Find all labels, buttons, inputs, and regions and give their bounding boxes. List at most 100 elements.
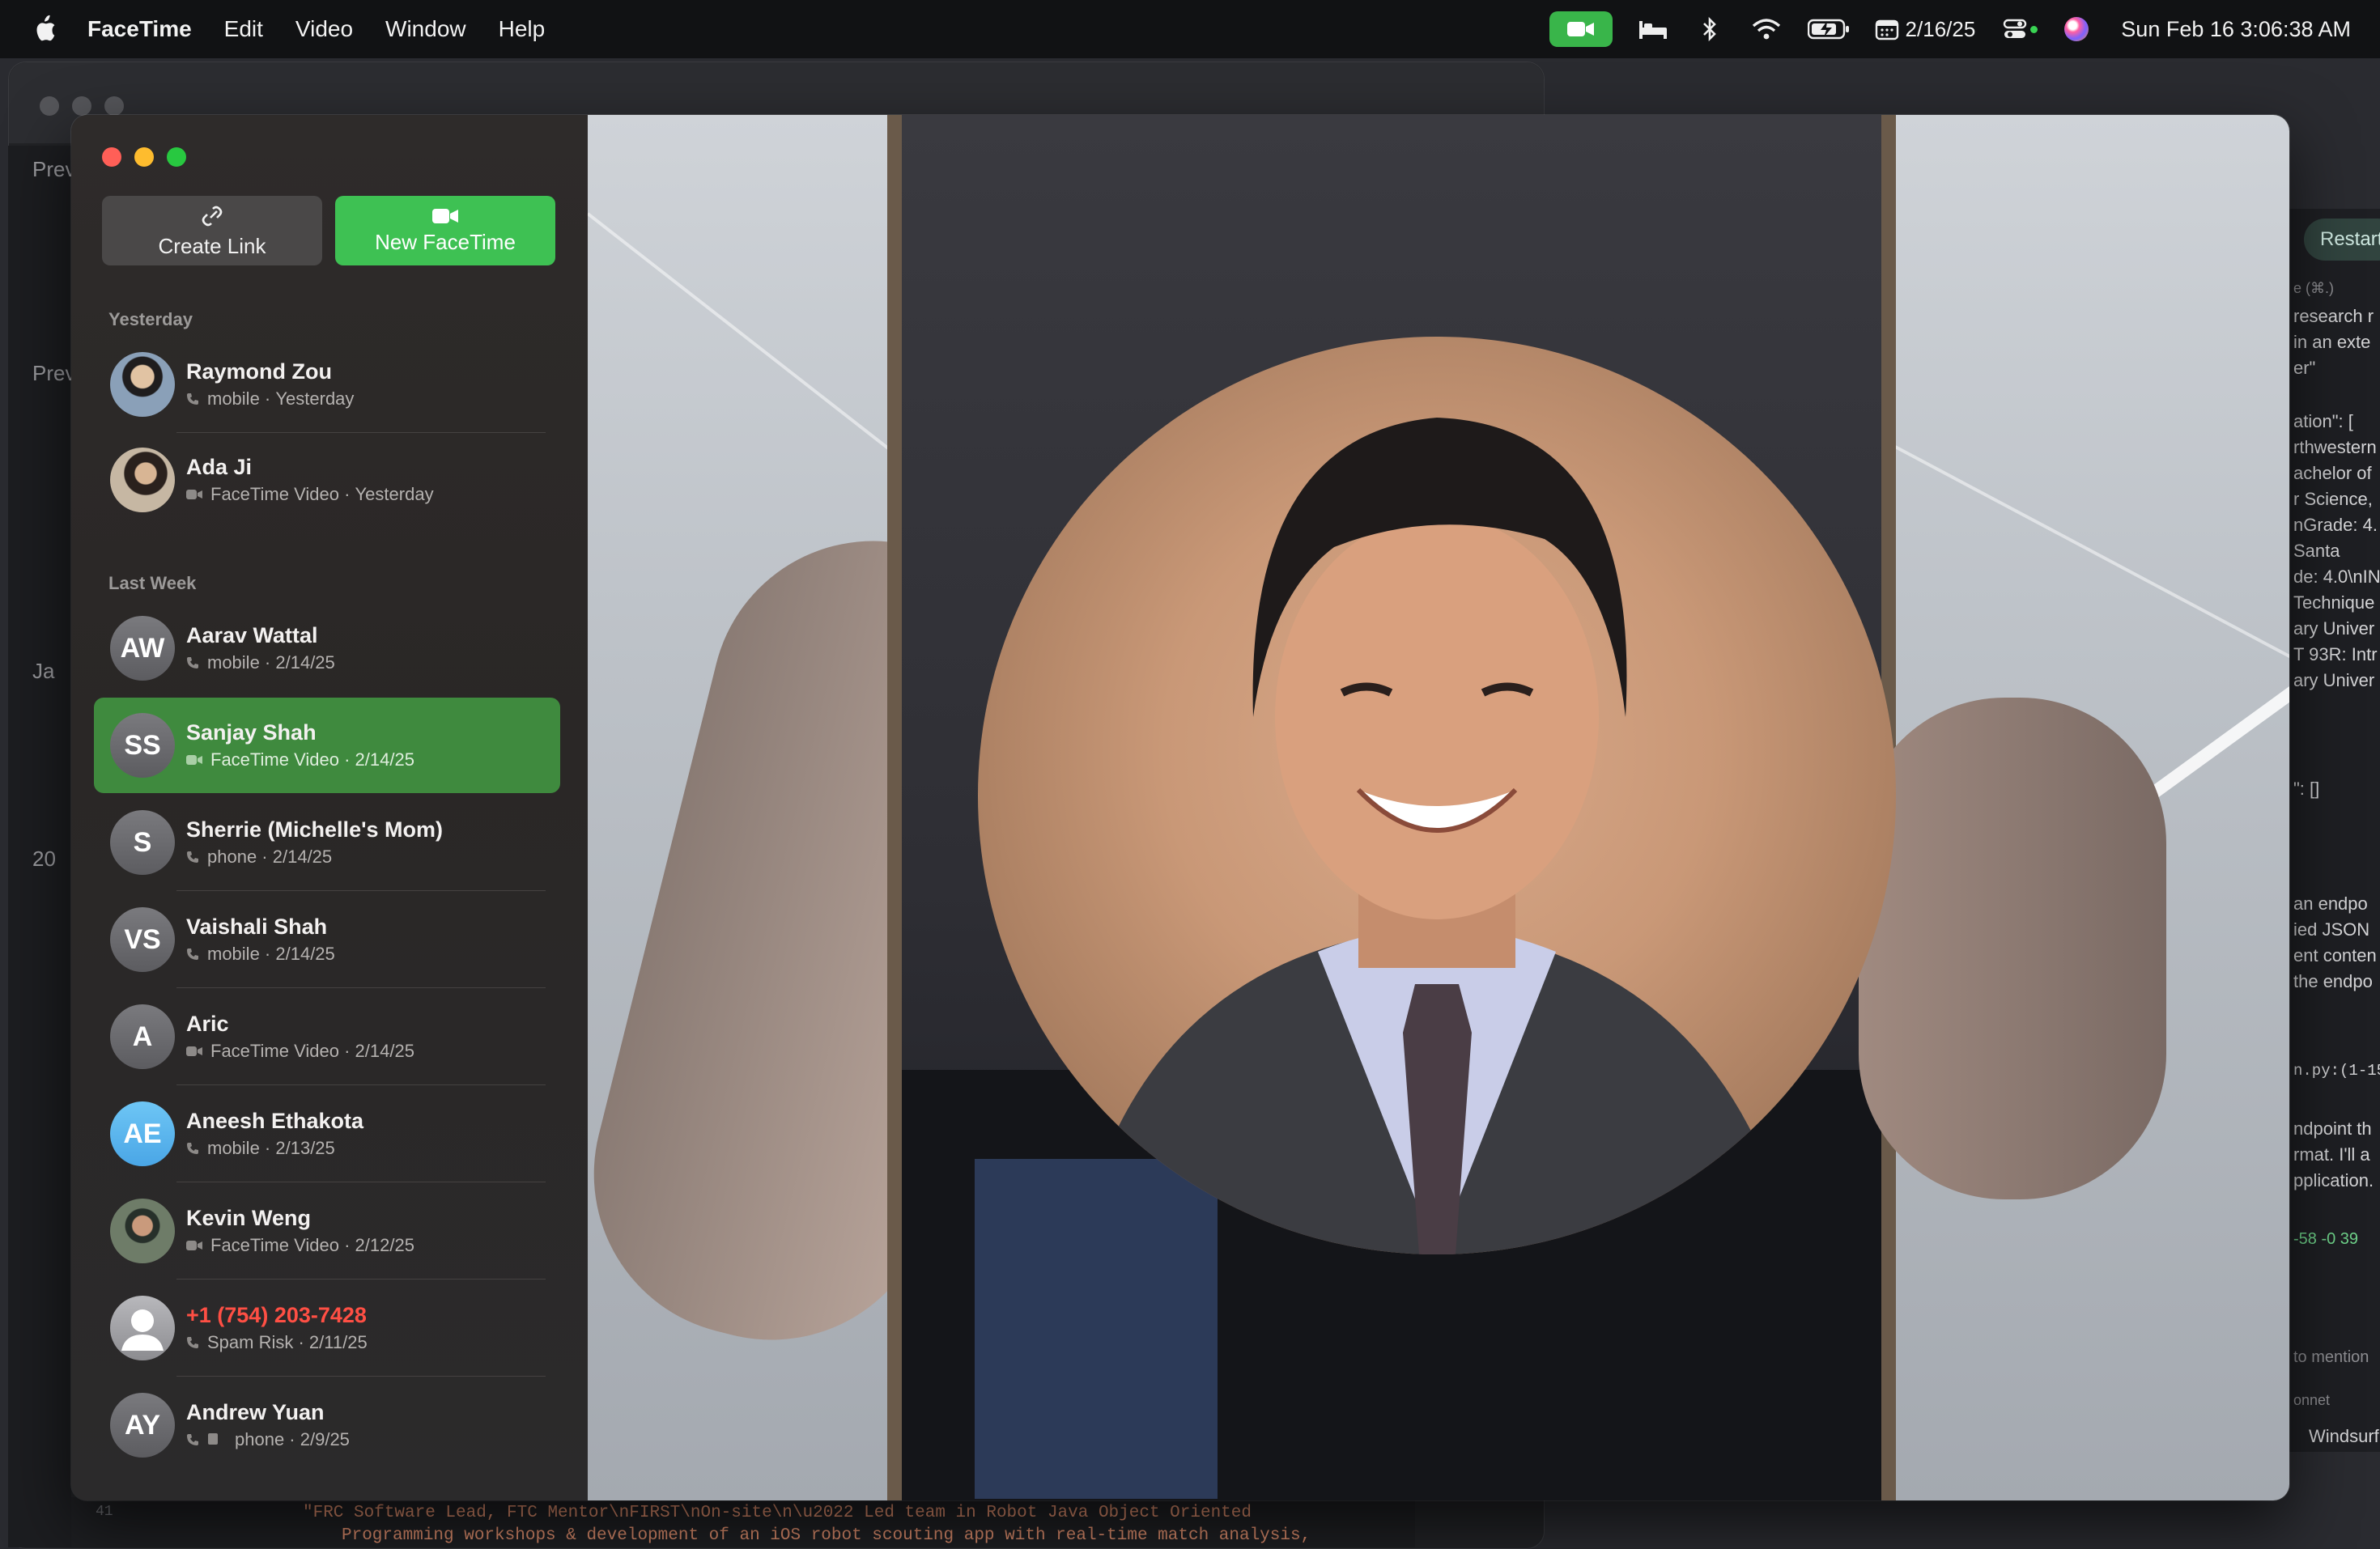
phone-icon bbox=[187, 657, 198, 668]
control-center-icon[interactable] bbox=[2000, 13, 2040, 45]
bg-side-line: in an exte bbox=[2293, 332, 2371, 352]
bg-side-line: r Science, bbox=[2293, 489, 2373, 509]
call-row-sanjay-shah[interactable]: SS Sanjay Shah FaceTime Video · 2/14/25 bbox=[94, 698, 560, 793]
bg-prev-label-1: Prev bbox=[32, 157, 76, 181]
bg-side-line: an endpo bbox=[2293, 893, 2368, 914]
call-type: FaceTime Video bbox=[210, 1041, 339, 1061]
call-time: Yesterday bbox=[355, 484, 434, 504]
menu-edit[interactable]: Edit bbox=[224, 16, 263, 42]
call-detail: FaceTime Video · Yesterday bbox=[186, 484, 434, 505]
minimize-button[interactable] bbox=[134, 147, 154, 167]
avatar: AY bbox=[110, 1393, 175, 1458]
battery-charging-icon[interactable] bbox=[1807, 13, 1851, 45]
call-row-sherrie[interactable]: S Sherrie (Michelle's Mom) phone · 2/14/… bbox=[94, 795, 560, 891]
phone-icon bbox=[187, 851, 198, 863]
calendar-icon bbox=[1875, 19, 1898, 40]
call-time: 2/11/25 bbox=[308, 1332, 368, 1352]
link-icon bbox=[202, 206, 223, 226]
call-time: 2/14/25 bbox=[272, 847, 333, 867]
phone-icon bbox=[187, 1434, 198, 1445]
call-row-aneesh-ethakota[interactable]: AE Aneesh Ethakota mobile · 2/13/25 bbox=[94, 1086, 560, 1182]
sleep-bed-icon[interactable] bbox=[1637, 13, 1669, 45]
bg-zoom-button[interactable] bbox=[104, 96, 124, 116]
siri-icon[interactable] bbox=[2064, 17, 2089, 41]
call-detail: mobile · Yesterday bbox=[186, 388, 354, 410]
menu-video[interactable]: Video bbox=[295, 16, 353, 42]
bg-minimize-button[interactable] bbox=[72, 96, 91, 116]
call-detail: phone · 2/9/25 bbox=[186, 1429, 350, 1450]
bg-side-line: -58 -0 39 bbox=[2293, 1230, 2359, 1248]
code-line-1: "FRC Software Lead, FTC Mentor\nFIRST\nO… bbox=[303, 1504, 1252, 1522]
bg-side-line: onnet bbox=[2293, 1392, 2331, 1408]
bg-side-line: ation": [ bbox=[2293, 411, 2353, 431]
apple-logo-icon[interactable] bbox=[31, 14, 58, 45]
call-row-kevin-weng[interactable]: Kevin Weng FaceTime Video · 2/12/25 bbox=[94, 1183, 560, 1280]
menubar-date-text: 2/16/25 bbox=[1905, 16, 1976, 41]
separator-dot: · bbox=[284, 1429, 300, 1449]
bg-close-button[interactable] bbox=[40, 96, 59, 116]
section-header-yesterday: Yesterday bbox=[108, 309, 193, 329]
call-time: 2/13/25 bbox=[275, 1138, 335, 1158]
zoom-button[interactable] bbox=[167, 147, 186, 167]
call-detail: Spam Risk · 2/11/25 bbox=[186, 1332, 368, 1353]
bg-side-line: de: 4.0\nIN bbox=[2293, 567, 2380, 587]
bluetooth-icon[interactable] bbox=[1694, 13, 1726, 45]
call-detail: phone · 2/14/25 bbox=[186, 847, 332, 868]
bg-side-line: ": [] bbox=[2293, 779, 2320, 799]
bg-side-line: ndpoint th bbox=[2293, 1118, 2372, 1139]
restart-button[interactable]: Restart bbox=[2304, 219, 2380, 261]
call-row-ada-ji[interactable]: Ada Ji FaceTime Video · Yesterday bbox=[94, 432, 560, 528]
create-link-button[interactable]: Create Link bbox=[102, 196, 322, 265]
thumb-holding-phone bbox=[1859, 698, 2166, 1199]
windsurf-label: Windsurf bbox=[2309, 1426, 2379, 1446]
contact-name: Aarav Wattal bbox=[186, 623, 318, 647]
video-icon bbox=[186, 490, 202, 499]
avatar bbox=[110, 352, 175, 417]
bg-side-line: ent conten bbox=[2293, 945, 2377, 965]
call-type: mobile bbox=[207, 944, 260, 964]
new-facetime-label: New FaceTime bbox=[375, 229, 516, 254]
call-time: 2/14/25 bbox=[355, 749, 414, 770]
menubar-calendar-date[interactable]: 2/16/25 bbox=[1875, 16, 1976, 42]
call-row-raymond-zou[interactable]: Raymond Zou mobile · Yesterday bbox=[94, 337, 560, 433]
facetime-active-camera-icon[interactable] bbox=[1549, 11, 1613, 47]
call-time: Yesterday bbox=[275, 388, 355, 409]
phone-screen-window bbox=[975, 1159, 1218, 1499]
call-row-aarav-wattal[interactable]: AW Aarav Wattal mobile · 2/14/25 bbox=[94, 601, 560, 696]
contact-name: Vaishali Shah bbox=[186, 915, 328, 939]
contact-name: Sanjay Shah bbox=[186, 720, 317, 745]
call-time: 2/9/25 bbox=[300, 1429, 350, 1449]
video-camera-icon bbox=[432, 208, 458, 223]
call-type: FaceTime Video bbox=[210, 484, 339, 504]
call-detail: mobile · 2/14/25 bbox=[186, 944, 335, 965]
call-detail: mobile · 2/14/25 bbox=[186, 652, 335, 673]
call-row-unknown-number[interactable]: +1 (754) 203-7428 Spam Risk · 2/11/25 bbox=[94, 1280, 560, 1377]
call-type: mobile bbox=[207, 388, 260, 409]
call-row-andrew-yuan[interactable]: AY Andrew Yuan phone · 2/9/25 bbox=[94, 1377, 560, 1473]
ceiling-grid-line bbox=[1882, 439, 2289, 708]
call-time: 2/14/25 bbox=[355, 1041, 414, 1061]
portrait-photo bbox=[978, 337, 1896, 1254]
bg-ja-label: Ja bbox=[32, 659, 55, 683]
menu-help[interactable]: Help bbox=[499, 16, 546, 42]
bg-20-label: 20 bbox=[32, 847, 56, 871]
wifi-icon[interactable] bbox=[1750, 13, 1783, 45]
contact-name: Raymond Zou bbox=[186, 359, 332, 384]
menu-app-facetime[interactable]: FaceTime bbox=[87, 16, 192, 42]
row-divider bbox=[176, 1084, 546, 1085]
new-facetime-button[interactable]: New FaceTime bbox=[335, 196, 555, 265]
call-row-vaishali-shah[interactable]: VS Vaishali Shah mobile · 2/14/25 bbox=[94, 892, 560, 988]
phone-icon bbox=[187, 948, 198, 960]
separator-dot: · bbox=[257, 847, 273, 867]
bg-side-line: T 93R: Intr bbox=[2293, 644, 2378, 664]
video-icon bbox=[186, 1046, 202, 1056]
menubar-clock[interactable]: Sun Feb 16 3:06:38 AM bbox=[2121, 17, 2351, 42]
close-button[interactable] bbox=[102, 147, 121, 167]
row-divider bbox=[176, 1376, 546, 1377]
separator-dot: · bbox=[338, 1235, 355, 1255]
menu-window[interactable]: Window bbox=[385, 16, 466, 42]
call-history-sidebar: Create Link New FaceTime Yesterday Raymo… bbox=[71, 115, 588, 1500]
call-type: FaceTime Video bbox=[210, 1235, 339, 1255]
call-type: mobile bbox=[207, 652, 260, 673]
call-row-aric[interactable]: A Aric FaceTime Video · 2/14/25 bbox=[94, 989, 560, 1085]
